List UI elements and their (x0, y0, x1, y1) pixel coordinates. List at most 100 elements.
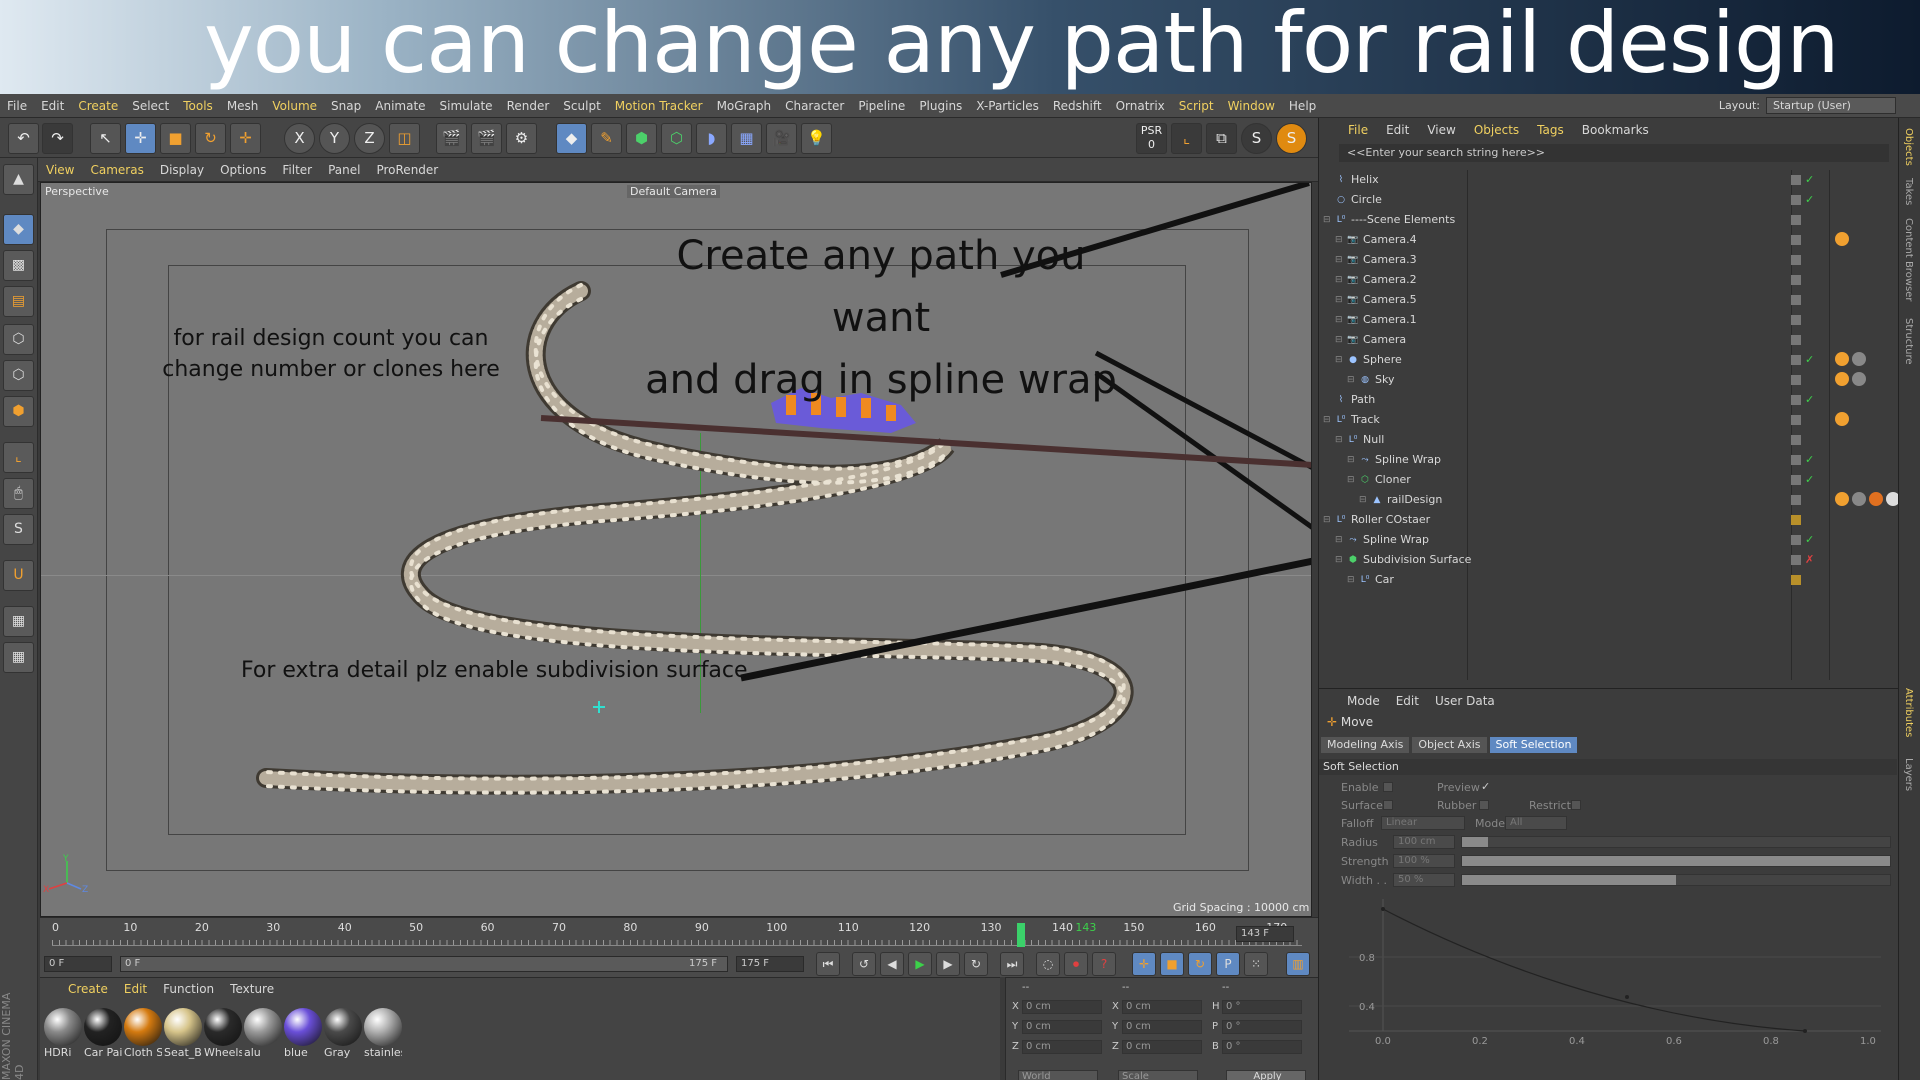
points-mode-icon[interactable]: ⬡ (3, 324, 34, 355)
coord-value-field[interactable]: 0 cm (1122, 1040, 1202, 1054)
coord-value-field[interactable]: 0 cm (1022, 1040, 1102, 1054)
tag-icon[interactable] (1852, 372, 1866, 386)
tree-expander-icon[interactable]: ⊟ (1359, 490, 1367, 510)
restrict-checkbox[interactable] (1571, 800, 1581, 810)
previous-frame-icon[interactable]: ◀ (880, 952, 904, 976)
radius-slider[interactable] (1461, 836, 1891, 848)
menu-redshift[interactable]: Redshift (1046, 99, 1109, 113)
solo-icon[interactable]: S (3, 514, 34, 545)
layer-swatch-icon[interactable] (1791, 475, 1801, 485)
subdivision-surface-icon[interactable]: ⬢ (626, 123, 657, 154)
menu-script[interactable]: Script (1172, 99, 1221, 113)
scale-tool-icon[interactable]: ■ (160, 123, 191, 154)
y-axis-lock-button[interactable]: Y (319, 123, 350, 154)
menu-create[interactable]: Create (71, 99, 125, 113)
tree-expander-icon[interactable]: ⊟ (1323, 410, 1331, 430)
object-tags[interactable] (1835, 412, 1849, 428)
object-row[interactable]: ⊟ ⬢ Subdivision Surface ✗ (1323, 550, 1893, 570)
viewport-menu-cameras[interactable]: Cameras (82, 163, 151, 177)
menu-simulate[interactable]: Simulate (433, 99, 500, 113)
x-axis-lock-button[interactable]: X (284, 123, 315, 154)
tag-icon[interactable] (1835, 492, 1849, 506)
visibility-flags[interactable] (1791, 274, 1819, 286)
layer-swatch-icon[interactable] (1791, 335, 1801, 345)
tag-icon[interactable] (1835, 352, 1849, 366)
viewport-menu-options[interactable]: Options (212, 163, 274, 177)
enabled-check-icon[interactable]: ✓ (1805, 194, 1814, 206)
undo-icon[interactable]: ↶ (8, 123, 39, 154)
tag-icon[interactable] (1869, 492, 1883, 506)
enabled-check-icon[interactable]: ✓ (1805, 474, 1814, 486)
tree-expander-icon[interactable]: ⊟ (1347, 570, 1355, 590)
menu-character[interactable]: Character (778, 99, 851, 113)
object-row[interactable]: ⊟ L⁰ Track (1323, 410, 1893, 430)
layer-swatch-icon[interactable] (1791, 495, 1801, 505)
camera-icon[interactable]: 🎥 (766, 123, 797, 154)
menu-snap[interactable]: Snap (324, 99, 368, 113)
attribute-menu-edit[interactable]: Edit (1388, 694, 1427, 708)
snap-icon[interactable]: ⌞ (1171, 123, 1202, 154)
menu-motion-tracker[interactable]: Motion Tracker (608, 99, 710, 113)
object-row[interactable]: ⊟ ⬡ Cloner ✓ (1323, 470, 1893, 490)
object-tags[interactable] (1835, 232, 1849, 248)
material-menu-edit[interactable]: Edit (116, 982, 155, 1000)
preview-range-slider[interactable]: 0 F 175 F (120, 956, 728, 972)
falloff-dropdown[interactable]: Linear (1381, 816, 1465, 830)
floor-icon[interactable]: ▦ (731, 123, 762, 154)
visibility-flags[interactable] (1791, 374, 1819, 386)
tweak-mode-icon[interactable]: 🖱 (3, 478, 34, 509)
viewport-menu-panel[interactable]: Panel (320, 163, 368, 177)
cloner-icon[interactable]: ⬡ (661, 123, 692, 154)
tree-expander-icon[interactable]: ⊟ (1323, 510, 1331, 530)
visibility-flags[interactable] (1791, 234, 1819, 246)
key-point-level-icon[interactable]: ⁙ (1244, 952, 1268, 976)
layout-dropdown[interactable]: Startup (User) (1766, 97, 1896, 114)
object-menu-edit[interactable]: Edit (1377, 123, 1418, 137)
visibility-flags[interactable] (1791, 574, 1819, 586)
dock-tab-objects[interactable]: Objects (1903, 128, 1914, 166)
key-position-icon[interactable]: ✛ (1132, 952, 1156, 976)
tree-expander-icon[interactable]: ⊟ (1335, 550, 1343, 570)
key-scale-icon[interactable]: ■ (1160, 952, 1184, 976)
deformer-icon[interactable]: ◗ (696, 123, 727, 154)
layer-swatch-icon[interactable] (1791, 375, 1801, 385)
enabled-check-icon[interactable]: ✓ (1805, 354, 1814, 366)
object-row[interactable]: ⊟ ⤳ Spline Wrap ✓ (1323, 530, 1893, 550)
tree-expander-icon[interactable]: ⊟ (1335, 290, 1343, 310)
strength-field[interactable]: 100 % (1393, 854, 1455, 868)
redo-icon[interactable]: ↷ (42, 123, 73, 154)
material-menu-create[interactable]: Create (60, 982, 116, 1000)
model-mode-icon[interactable]: ▲ (3, 164, 34, 195)
go-to-end-icon[interactable]: ⏭ (1000, 952, 1024, 976)
object-menu-bookmarks[interactable]: Bookmarks (1573, 123, 1658, 137)
play-icon[interactable]: ▶ (908, 952, 932, 976)
playhead-marker[interactable] (1017, 923, 1025, 947)
tree-expander-icon[interactable]: ⊟ (1335, 250, 1343, 270)
object-row[interactable]: ⌇ Helix ✓ (1323, 170, 1893, 190)
menu-pipeline[interactable]: Pipeline (851, 99, 912, 113)
layer-swatch-icon[interactable] (1791, 455, 1801, 465)
render-picture-viewer-icon[interactable]: 🎬 (471, 123, 502, 154)
planar-workplane-icon[interactable]: ▦ (3, 642, 34, 673)
attribute-menu-user-data[interactable]: User Data (1427, 694, 1503, 708)
layer-swatch-icon[interactable] (1791, 255, 1801, 265)
object-row[interactable]: ⊟ 📷 Camera.4 (1323, 230, 1893, 250)
tag-icon[interactable] (1835, 412, 1849, 426)
tree-expander-icon[interactable]: ⊟ (1347, 470, 1355, 490)
dock-tab-content-browser[interactable]: Content Browser (1903, 218, 1914, 301)
object-row[interactable]: ⊟ 📷 Camera.5 (1323, 290, 1893, 310)
layer-swatch-icon[interactable] (1791, 395, 1801, 405)
previous-key-icon[interactable]: ↺ (852, 952, 876, 976)
key-rotation-icon[interactable]: ↻ (1188, 952, 1212, 976)
dock-tab-takes[interactable]: Takes (1903, 178, 1914, 205)
object-row[interactable]: ⊟ ◍ Sky (1323, 370, 1893, 390)
cube-icon[interactable]: ◆ (556, 123, 587, 154)
viewport-menu-filter[interactable]: Filter (274, 163, 320, 177)
object-row[interactable]: ⊟ L⁰ ----Scene Elements (1323, 210, 1893, 230)
mode-dropdown[interactable]: All (1505, 816, 1567, 830)
timeline-ruler[interactable]: 0 10 20 30 40 50 60 70 80 90 100 110 120 130 140 143 150… (52, 921, 1302, 947)
menu-volume[interactable]: Volume (265, 99, 324, 113)
workplane-mode-icon[interactable]: ▤ (3, 286, 34, 317)
visibility-flags[interactable] (1791, 254, 1819, 266)
disabled-icon[interactable]: ✗ (1805, 554, 1814, 566)
